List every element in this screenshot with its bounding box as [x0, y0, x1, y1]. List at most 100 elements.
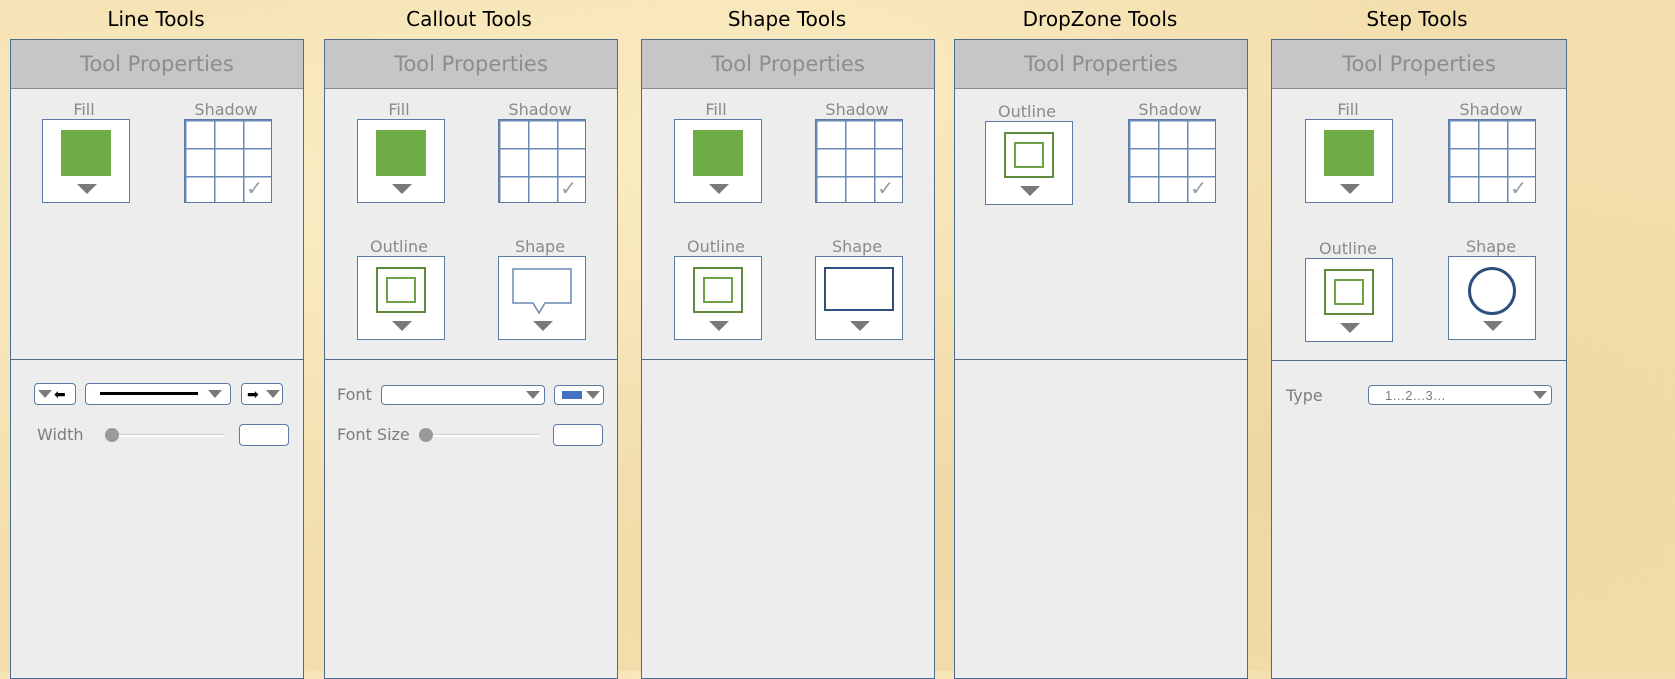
chevron-down-icon — [526, 391, 540, 399]
font-label: Font — [337, 385, 372, 404]
shape-tools-panel: Tool Properties Fill Shadow ✓ Outline Sh… — [641, 39, 935, 679]
font-color-swatch — [562, 391, 582, 399]
font-size-label: Font Size — [337, 425, 410, 444]
chevron-down-icon — [266, 390, 280, 398]
fill-picker[interactable] — [42, 119, 130, 203]
chevron-down-icon — [850, 321, 870, 331]
fill-picker[interactable] — [357, 119, 445, 203]
rectangle-icon — [824, 267, 894, 311]
arrow-left-icon: ⬅ — [54, 386, 66, 402]
speech-bubble-icon — [512, 268, 572, 315]
line-tools-panel: Tool Properties Fill Shadow ✓ ⬅ ➡ Width — [10, 39, 304, 679]
shape-picker[interactable] — [1448, 256, 1536, 340]
fill-picker[interactable] — [1305, 119, 1393, 203]
section-divider — [955, 359, 1247, 360]
shadow-label: Shadow — [1459, 100, 1523, 119]
shape-label: Shape — [514, 237, 566, 256]
callout-tools-panel: Tool Properties Fill Shadow ✓ Outline Sh… — [324, 39, 618, 679]
font-dropdown[interactable] — [381, 385, 545, 405]
shadow-label: Shadow — [1138, 100, 1202, 119]
section-divider — [642, 359, 934, 360]
shadow-picker[interactable]: ✓ — [815, 119, 903, 203]
width-slider-track[interactable] — [111, 434, 225, 437]
outline-label: Outline — [370, 237, 428, 256]
chevron-down-icon — [709, 321, 729, 331]
arrow-right-icon: ➡ — [247, 386, 259, 402]
fill-label: Fill — [705, 100, 727, 119]
panel-header: Tool Properties — [11, 40, 303, 89]
shadow-picker[interactable]: ✓ — [1448, 119, 1536, 203]
shadow-picker[interactable]: ✓ — [184, 119, 272, 203]
fill-label: Fill — [388, 100, 410, 119]
shape-picker[interactable] — [815, 256, 903, 340]
shape-label: Shape — [831, 237, 883, 256]
outline-picker[interactable] — [985, 121, 1073, 205]
font-size-slider-track[interactable] — [425, 434, 539, 437]
panel-header: Tool Properties — [642, 40, 934, 89]
outline-picker[interactable] — [1305, 258, 1393, 342]
check-icon: ✓ — [1510, 178, 1527, 200]
type-dropdown[interactable]: 1…2…3… — [1368, 385, 1552, 405]
chevron-down-icon — [392, 321, 412, 331]
shadow-label: Shadow — [825, 100, 889, 119]
section-divider — [1272, 360, 1566, 361]
shadow-label: Shadow — [508, 100, 572, 119]
callout-tools-title: Callout Tools — [406, 7, 532, 31]
chevron-down-icon — [533, 321, 553, 331]
nested-square-icon — [1324, 269, 1374, 315]
chevron-down-icon — [208, 390, 222, 398]
panel-header: Tool Properties — [325, 40, 617, 89]
fill-label: Fill — [1337, 100, 1359, 119]
line-style-dropdown[interactable] — [85, 383, 231, 405]
shape-picker[interactable] — [498, 256, 586, 340]
width-slider-handle[interactable] — [105, 428, 119, 442]
nested-square-icon — [1004, 132, 1054, 178]
section-divider — [11, 359, 303, 360]
chevron-down-icon — [392, 184, 412, 194]
line-style-preview — [100, 392, 198, 395]
line-tools-title: Line Tools — [107, 7, 205, 31]
width-label: Width — [37, 425, 84, 444]
font-size-slider-handle[interactable] — [419, 428, 433, 442]
outline-picker[interactable] — [674, 256, 762, 340]
check-icon: ✓ — [877, 178, 894, 200]
fill-label: Fill — [73, 100, 95, 119]
line-start-arrow-dropdown[interactable]: ⬅ — [34, 383, 76, 405]
panel-header: Tool Properties — [1272, 40, 1566, 89]
nested-square-icon — [693, 267, 743, 313]
section-divider — [325, 359, 617, 360]
outline-label: Outline — [1319, 239, 1377, 258]
outline-picker[interactable] — [357, 256, 445, 340]
outline-label: Outline — [998, 102, 1056, 121]
circle-icon — [1468, 267, 1516, 315]
shape-label: Shape — [1465, 237, 1517, 256]
fill-swatch — [376, 130, 426, 176]
font-size-input[interactable] — [553, 424, 603, 446]
font-color-dropdown[interactable] — [554, 385, 604, 405]
type-label: Type — [1286, 386, 1323, 405]
shadow-picker[interactable]: ✓ — [1128, 119, 1216, 203]
chevron-down-icon — [38, 390, 52, 398]
type-value: 1…2…3… — [1385, 388, 1446, 403]
nested-square-icon — [376, 267, 426, 313]
width-input[interactable] — [239, 424, 289, 446]
chevron-down-icon — [1483, 321, 1503, 331]
shadow-picker[interactable]: ✓ — [498, 119, 586, 203]
chevron-down-icon — [586, 391, 600, 399]
step-tools-title: Step Tools — [1366, 7, 1468, 31]
shape-tools-title: Shape Tools — [727, 7, 847, 31]
chevron-down-icon — [1533, 391, 1547, 399]
fill-swatch — [1324, 130, 1374, 176]
check-icon: ✓ — [1190, 178, 1207, 200]
line-end-arrow-dropdown[interactable]: ➡ — [241, 383, 283, 405]
fill-picker[interactable] — [674, 119, 762, 203]
shadow-label: Shadow — [194, 100, 258, 119]
check-icon: ✓ — [560, 178, 577, 200]
dropzone-tools-title: DropZone Tools — [1022, 7, 1178, 31]
fill-swatch — [693, 130, 743, 176]
chevron-down-icon — [1340, 323, 1360, 333]
check-icon: ✓ — [246, 178, 263, 200]
chevron-down-icon — [709, 184, 729, 194]
chevron-down-icon — [1340, 184, 1360, 194]
outline-label: Outline — [687, 237, 745, 256]
